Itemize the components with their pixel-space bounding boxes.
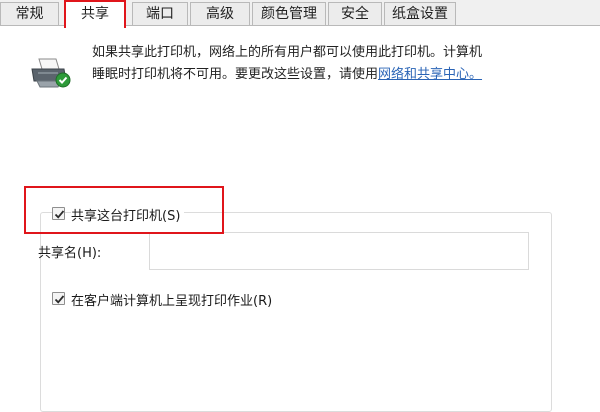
- highlight-box-share-option: [24, 186, 224, 234]
- render-jobs-label[interactable]: 在客户端计算机上呈现打印作业(R): [71, 290, 272, 309]
- sharing-description: 如果共享此打印机，网络上的所有用户都可以使用此打印机。计算机 睡眠时打印机将不可…: [92, 42, 562, 86]
- checkmark-icon: [54, 295, 65, 304]
- tab-bar: 常规 共享 端口 高级 颜色管理 安全 纸盒设置: [0, 0, 600, 28]
- share-name-label: 共享名(H):: [38, 246, 102, 261]
- tab-sharing[interactable]: 共享: [64, 0, 126, 28]
- tab-advanced[interactable]: 高级: [190, 2, 250, 26]
- tab-tray-settings[interactable]: 纸盒设置: [384, 2, 456, 26]
- tab-ports[interactable]: 端口: [132, 2, 188, 26]
- tab-color-management[interactable]: 颜色管理: [252, 2, 326, 26]
- description-line-1: 如果共享此打印机，网络上的所有用户都可以使用此打印机。计算机: [92, 45, 483, 60]
- network-sharing-center-link[interactable]: 网络和共享中心。: [378, 67, 482, 82]
- share-name-input[interactable]: [149, 232, 529, 270]
- printer-shared-icon: [31, 58, 71, 88]
- tab-general[interactable]: 常规: [0, 2, 59, 26]
- tab-security[interactable]: 安全: [328, 2, 382, 26]
- render-jobs-checkbox[interactable]: [52, 292, 65, 305]
- description-line-2: 睡眠时打印机将不可用。要更改这些设置，请使用: [92, 67, 379, 82]
